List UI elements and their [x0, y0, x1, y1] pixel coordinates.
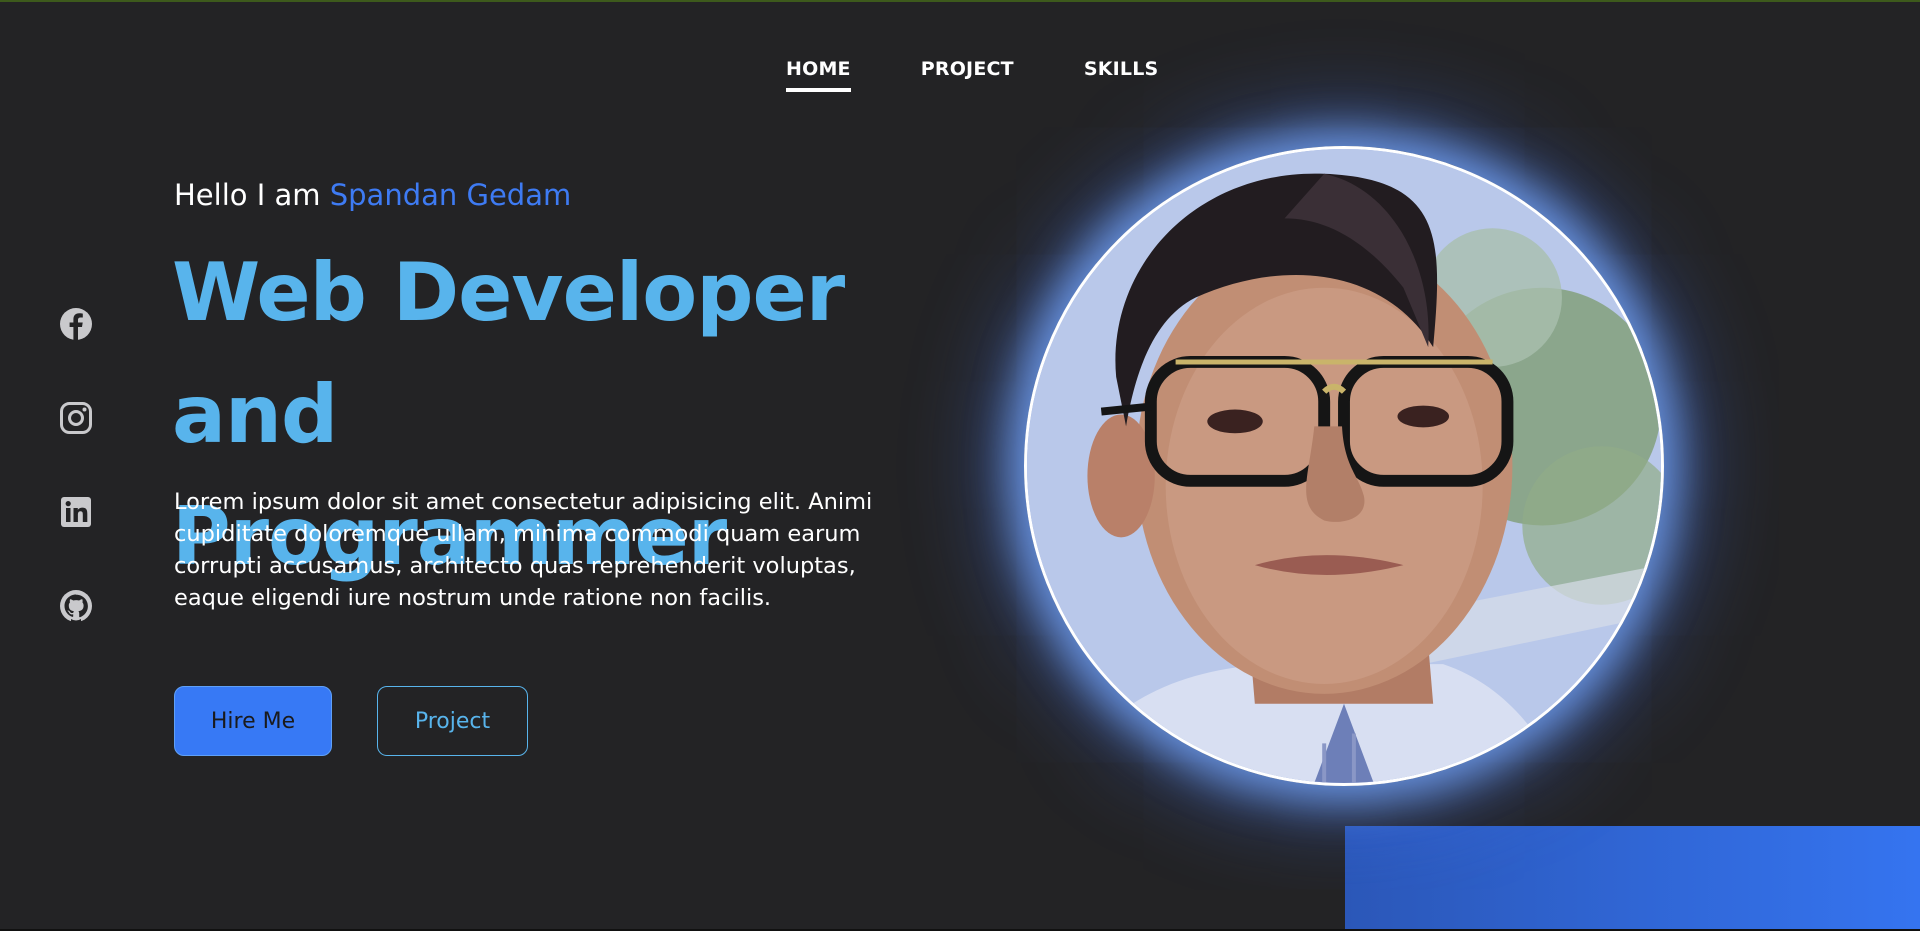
- hire-me-button[interactable]: Hire Me: [174, 686, 332, 756]
- greeting-prefix: Hello I am: [174, 178, 330, 212]
- nav-skills[interactable]: SKILLS: [1084, 58, 1159, 88]
- project-button[interactable]: Project: [377, 686, 528, 756]
- instagram-icon[interactable]: [58, 400, 94, 436]
- greeting: Hello I am Spandan Gedam: [174, 178, 571, 212]
- linkedin-icon[interactable]: [58, 494, 94, 530]
- social-links: [58, 306, 94, 624]
- owner-name: Spandan Gedam: [329, 178, 572, 212]
- hero-description: Lorem ipsum dolor sit amet consectetur a…: [174, 489, 873, 611]
- facebook-icon[interactable]: [58, 306, 94, 342]
- nav-home[interactable]: HOME: [786, 58, 851, 92]
- background-corner-block: [1345, 826, 1920, 929]
- github-icon[interactable]: [58, 588, 94, 624]
- main-nav: HOME PROJECT SKILLS: [786, 58, 1159, 92]
- profile-photo: [1024, 146, 1664, 786]
- profile-photo-illustration: [1027, 149, 1661, 783]
- nav-project[interactable]: PROJECT: [921, 58, 1014, 88]
- headline-line1: Web Developer and: [172, 246, 845, 461]
